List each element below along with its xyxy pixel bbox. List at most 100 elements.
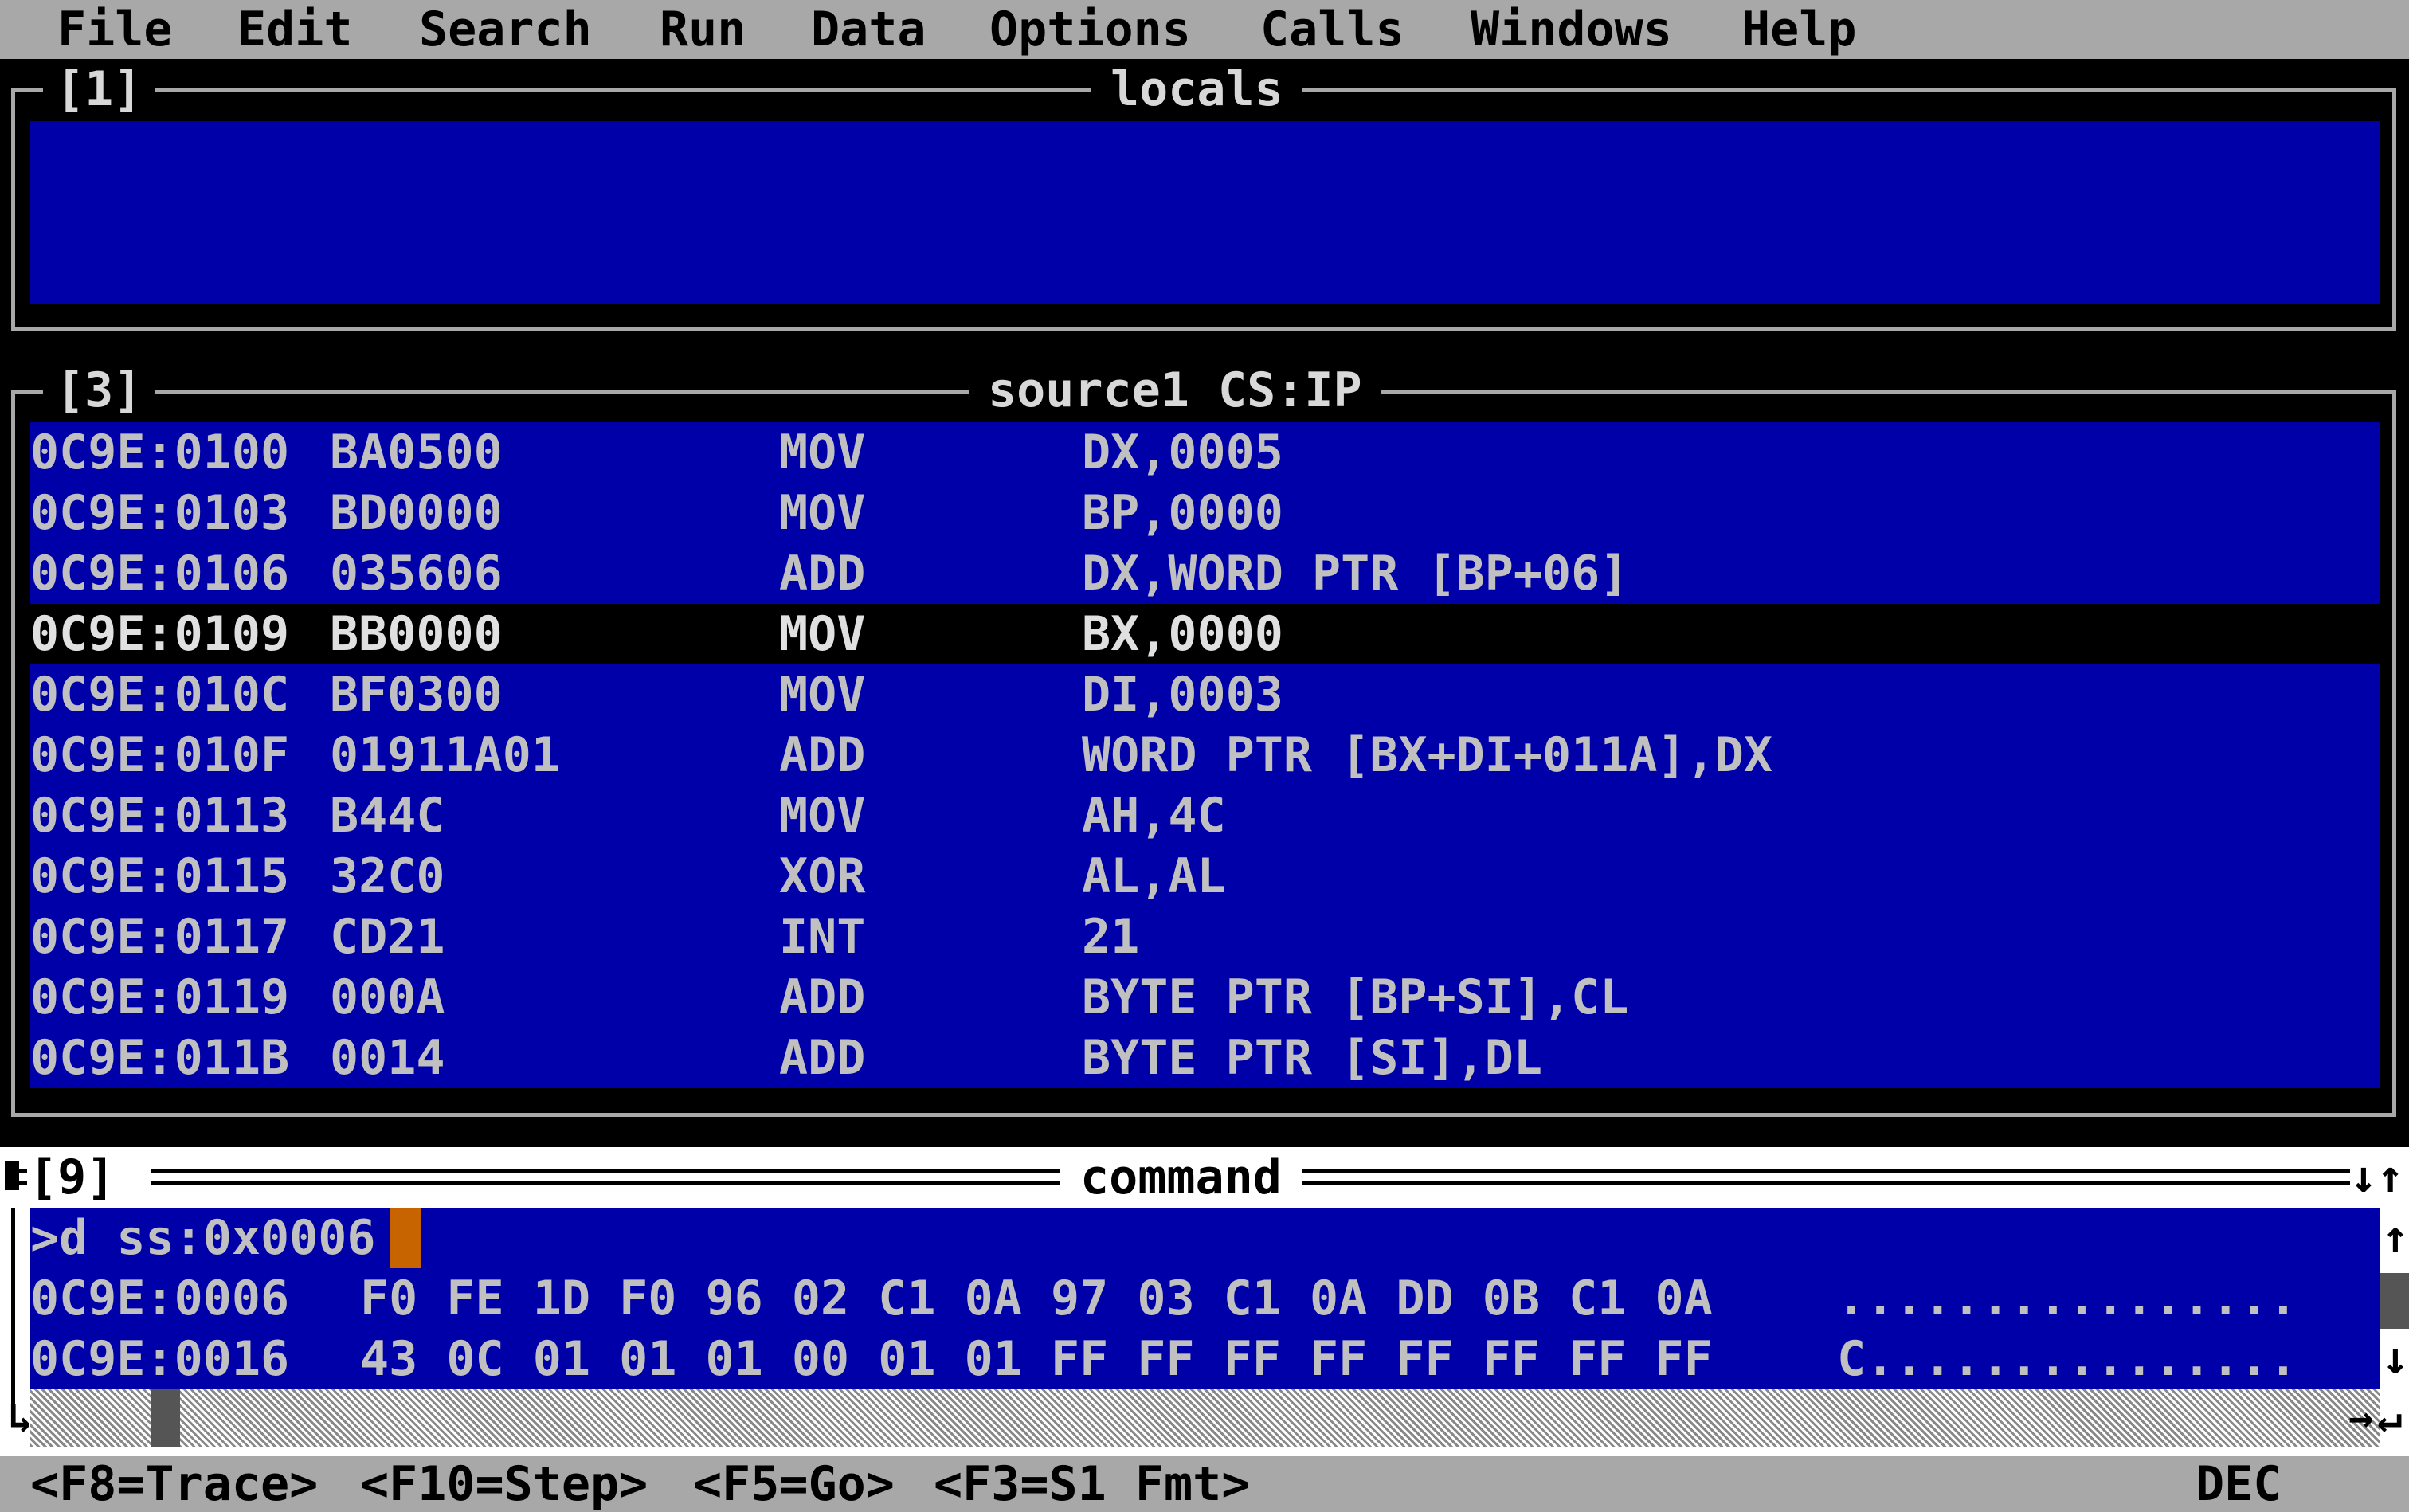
- close-box-icon[interactable]: [5, 1161, 19, 1190]
- status-bar: <F8=Trace> <F10=Step> <F5=Go> <F3=S1 Fmt…: [0, 1456, 2409, 1512]
- source-mnemonic: ADD: [779, 969, 866, 1025]
- vertical-scrollbar[interactable]: ↑ ↓: [2380, 1208, 2409, 1389]
- source-mnemonic: INT: [779, 909, 866, 965]
- menu-windows[interactable]: Windows: [1471, 0, 1672, 59]
- command-left-edge: [11, 1208, 15, 1407]
- source-mnemonic: ADD: [779, 727, 866, 783]
- go-shortcut[interactable]: <F5=Go>: [693, 1456, 895, 1512]
- command-window-title: command: [1060, 1147, 1302, 1208]
- menu-edit[interactable]: Edit: [237, 0, 353, 59]
- source-address: 0C9E:0100: [30, 425, 290, 480]
- source-listing[interactable]: 0C9E:0100 BA0500 MOV DX,0005 0C9E:0103 B…: [30, 422, 2380, 1088]
- dump-address: 0C9E:0016: [30, 1331, 290, 1387]
- scroll-up-arrow-icon[interactable]: ↑: [2382, 1208, 2409, 1268]
- source-bytes: B44C: [330, 788, 445, 844]
- source-operands: BYTE PTR [BP+SI],CL: [1082, 969, 1629, 1025]
- command-input-line[interactable]: >d ss:0x0006: [30, 1208, 2380, 1268]
- locals-window-number[interactable]: [1]: [43, 59, 155, 119]
- source-operands: DX,WORD PTR [BP+06]: [1082, 546, 1629, 601]
- menu-data[interactable]: Data: [811, 0, 926, 59]
- source-row[interactable]: 0C9E:010C BF0300 MOV DI,0003: [30, 664, 2380, 725]
- source-address: 0C9E:0119: [30, 969, 290, 1025]
- source-bytes: 01911A01: [330, 727, 560, 783]
- maximize-arrows-icon[interactable]: ↓↑: [2350, 1147, 2403, 1208]
- source-row[interactable]: 0C9E:0119 000A ADD BYTE PTR [BP+SI],CL: [30, 967, 2380, 1028]
- menu-file[interactable]: File: [57, 0, 173, 59]
- source-row[interactable]: 0C9E:011B 0014 ADD BYTE PTR [SI],DL: [30, 1028, 2380, 1088]
- scroll-right-arrow-icon[interactable]: →: [2348, 1389, 2373, 1447]
- source-mnemonic: XOR: [779, 848, 866, 904]
- source-bytes: BF0300: [330, 667, 503, 723]
- source-bytes: BA0500: [330, 425, 503, 480]
- source-bytes: BB0000: [330, 606, 503, 662]
- source-window-number[interactable]: [3]: [43, 360, 155, 421]
- source-operands: WORD PTR [BX+DI+011A],DX: [1082, 727, 1772, 783]
- trace-shortcut[interactable]: <F8=Trace>: [30, 1456, 318, 1512]
- source-row[interactable]: 0C9E:0117 CD21 INT 21: [30, 907, 2380, 967]
- source-row[interactable]: 0C9E:0115 32C0 XOR AL,AL: [30, 846, 2380, 907]
- source-operands: AL,AL: [1082, 848, 1226, 904]
- source-address: 0C9E:011B: [30, 1030, 290, 1086]
- format-shortcut[interactable]: <F3=S1 Fmt>: [934, 1456, 1250, 1512]
- dump-ascii: C...............: [1837, 1331, 2297, 1387]
- source-address: 0C9E:0106: [30, 546, 290, 601]
- source-mnemonic: MOV: [779, 485, 866, 541]
- source-operands: BYTE PTR [SI],DL: [1082, 1030, 1542, 1086]
- source-address: 0C9E:0117: [30, 909, 290, 965]
- source-bytes: 0014: [330, 1030, 445, 1086]
- source-bytes: 000A: [330, 969, 445, 1025]
- source-row[interactable]: 0C9E:0103 BD0000 MOV BP,0000: [30, 483, 2380, 543]
- memory-dump-row: 0C9E:0016 43 0C 01 01 01 00 01 01 FF FF …: [30, 1329, 2380, 1389]
- menu-help[interactable]: Help: [1741, 0, 1857, 59]
- source-operands: BP,0000: [1082, 485, 1283, 541]
- memory-dump-row: 0C9E:0006 F0 FE 1D F0 96 02 C1 0A 97 03 …: [30, 1268, 2380, 1329]
- locals-window-title: locals: [1091, 59, 1302, 119]
- source-mnemonic: ADD: [779, 1030, 866, 1086]
- source-address: 0C9E:0103: [30, 485, 290, 541]
- source-bytes: CD21: [330, 909, 445, 965]
- source-bytes: BD0000: [330, 485, 503, 541]
- source-row[interactable]: 0C9E:0100 BA0500 MOV DX,0005: [30, 422, 2380, 483]
- source-operands: DX,0005: [1082, 425, 1283, 480]
- source-operands: DI,0003: [1082, 667, 1283, 723]
- command-left-border-inner: [19, 1181, 27, 1185]
- menu-calls[interactable]: Calls: [1260, 0, 1404, 59]
- source-row[interactable]: 0C9E:010F 01911A01 ADD WORD PTR [BX+DI+0…: [30, 725, 2380, 785]
- menu-run[interactable]: Run: [660, 0, 746, 59]
- source-bytes: 035606: [330, 546, 503, 601]
- vertical-scroll-thumb[interactable]: [2380, 1273, 2409, 1329]
- source-mnemonic: MOV: [779, 788, 866, 844]
- dump-hex: 43 0C 01 01 01 00 01 01 FF FF FF FF FF F…: [360, 1331, 1713, 1387]
- menu-bar: File Edit Search Run Data Options Calls …: [0, 0, 2409, 59]
- menu-options[interactable]: Options: [989, 0, 1191, 59]
- source-bytes: 32C0: [330, 848, 445, 904]
- command-window-number[interactable]: [9]: [29, 1147, 116, 1208]
- command-left-border: [19, 1169, 27, 1173]
- dump-ascii: ................: [1837, 1271, 2297, 1326]
- source-operands: 21: [1082, 909, 1140, 965]
- source-operands: BX,0000: [1082, 606, 1283, 662]
- source-mnemonic: MOV: [779, 606, 866, 662]
- resize-corner-icon[interactable]: ↵: [2377, 1389, 2402, 1447]
- locals-body[interactable]: [30, 121, 2380, 304]
- source-window-title: source1 CS:IP: [969, 360, 1381, 421]
- command-input[interactable]: >d ss:0x0006: [30, 1208, 375, 1268]
- scroll-down-arrow-icon[interactable]: ↓: [2382, 1329, 2409, 1389]
- source-row-current[interactable]: 0C9E:0109 BB0000 MOV BX,0000: [30, 604, 2380, 664]
- source-address: 0C9E:0115: [30, 848, 290, 904]
- radix-indicator: DEC: [2196, 1456, 2282, 1512]
- source-operands: AH,4C: [1082, 788, 1226, 844]
- scroll-left-arrow-icon[interactable]: ↳: [8, 1389, 33, 1447]
- source-row[interactable]: 0C9E:0113 B44C MOV AH,4C: [30, 785, 2380, 846]
- menu-search[interactable]: Search: [419, 0, 592, 59]
- horizontal-scroll-thumb[interactable]: [151, 1389, 180, 1447]
- source-mnemonic: MOV: [779, 667, 866, 723]
- dump-hex: F0 FE 1D F0 96 02 C1 0A 97 03 C1 0A DD 0…: [360, 1271, 1713, 1326]
- step-shortcut[interactable]: <F10=Step>: [360, 1456, 648, 1512]
- command-output[interactable]: >d ss:0x0006 0C9E:0006 F0 FE 1D F0 96 02…: [30, 1208, 2380, 1389]
- source-mnemonic: ADD: [779, 546, 866, 601]
- text-cursor: [390, 1208, 421, 1268]
- source-row[interactable]: 0C9E:0106 035606 ADD DX,WORD PTR [BP+06]: [30, 543, 2380, 604]
- horizontal-scrollbar[interactable]: [30, 1389, 2380, 1447]
- dump-address: 0C9E:0006: [30, 1271, 290, 1326]
